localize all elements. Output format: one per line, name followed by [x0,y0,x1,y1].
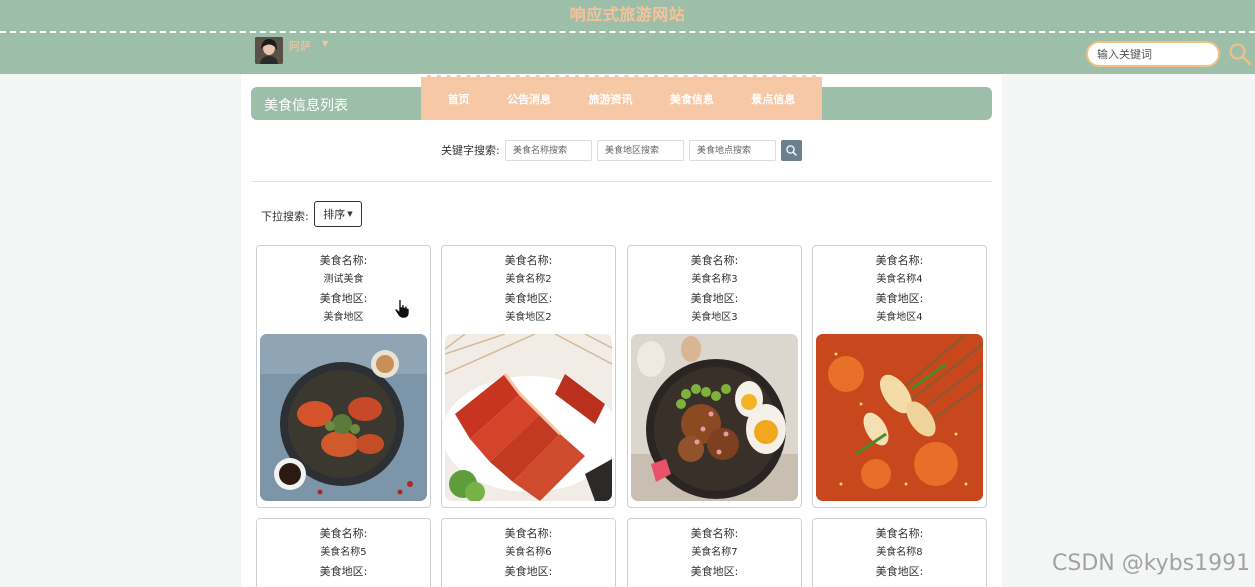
food-region-search-input[interactable] [597,140,684,161]
food-name-label: 美食名称: [504,254,553,267]
main-nav: 首页 公告消息 旅游资讯 美食信息 景点信息 [421,75,822,120]
nav-item-announcements[interactable]: 公告消息 [507,91,551,107]
hand-cursor-icon [394,299,410,319]
nav-item-travel-news[interactable]: 旅游资讯 [588,91,632,107]
food-name-label: 美食名称: [504,527,553,540]
top-header: 响应式旅游网站 阿萨 ▼ [0,0,1255,74]
food-name: 美食名称4 [876,274,923,285]
food-name: 美食名称5 [320,547,367,558]
food-region-label: 美食地区: [875,565,924,578]
food-region: 美食地区3 [691,312,738,323]
search-icon[interactable] [1228,42,1252,66]
user-name[interactable]: 阿萨 [289,38,311,54]
food-card[interactable]: 美食名称: 美食名称3 美食地区: 美食地区3 [627,245,802,508]
nav-item-scenic-info[interactable]: 景点信息 [751,91,795,107]
food-image-roast-pork[interactable] [445,334,612,501]
food-card[interactable]: 美食名称: 美食名称2 美食地区: 美食地区2 [441,245,616,508]
food-image-skewers-hotpot[interactable] [816,334,983,501]
food-name: 美食名称2 [505,274,552,285]
food-region: 美食地区4 [876,312,923,323]
food-name-label: 美食名称: [319,254,368,267]
chevron-down-icon: ▼ [347,210,353,218]
food-name-label: 美食名称: [319,527,368,540]
filter-divider [251,181,992,182]
food-card[interactable]: 美食名称: 美食名称4 美食地区: 美食地区4 [812,245,987,508]
food-name-search-input[interactable] [505,140,592,161]
food-name-label: 美食名称: [875,527,924,540]
food-region: 美食地区2 [505,312,552,323]
food-name-label: 美食名称: [690,254,739,267]
food-card[interactable]: 美食名称: 美食名称7 美食地区: [627,518,802,587]
food-card[interactable]: 美食名称: 美食名称5 美食地区: [256,518,431,587]
food-name-label: 美食名称: [875,254,924,267]
food-location-search-input[interactable] [689,140,776,161]
food-region-label: 美食地区: [875,292,924,305]
keyword-search-label: 关键字搜索: [441,144,500,157]
watermark: CSDN @kybs1991 [1052,551,1251,576]
food-name: 测试美食 [323,274,364,285]
dropdown-search-label: 下拉搜索: [261,210,309,223]
food-name: 美食名称7 [691,547,738,558]
food-card[interactable]: 美食名称: 美食名称6 美食地区: [441,518,616,587]
food-region-label: 美食地区: [690,292,739,305]
avatar[interactable] [255,37,283,64]
food-name: 美食名称3 [691,274,738,285]
food-card[interactable]: 美食名称: 美食名称8 美食地区: [812,518,987,587]
food-name: 美食名称8 [876,547,923,558]
food-image-rice-bowl[interactable] [631,334,798,501]
nav-item-food-info[interactable]: 美食信息 [670,91,714,107]
site-title: 响应式旅游网站 [569,5,686,24]
food-name-label: 美食名称: [690,527,739,540]
food-region-label: 美食地区: [319,565,368,578]
food-card[interactable]: 美食名称: 测试美食 美食地区: 美食地区 [256,245,431,508]
page-title: 美食信息列表 [264,98,348,114]
food-region-label: 美食地区: [690,565,739,578]
food-region-label: 美食地区: [504,565,553,578]
sort-label: 排序 [323,208,346,221]
nav-item-home[interactable]: 首页 [448,91,470,107]
user-menu-caret-icon[interactable]: ▼ [322,39,328,48]
search-icon [786,145,797,156]
search-input[interactable] [1086,41,1220,67]
food-region-label: 美食地区: [504,292,553,305]
sort-dropdown-button[interactable]: 排序 ▼ [314,201,362,227]
food-image-crab[interactable] [260,334,427,501]
header-divider [0,31,1255,33]
keyword-search-button[interactable] [781,140,802,161]
food-name: 美食名称6 [505,547,552,558]
